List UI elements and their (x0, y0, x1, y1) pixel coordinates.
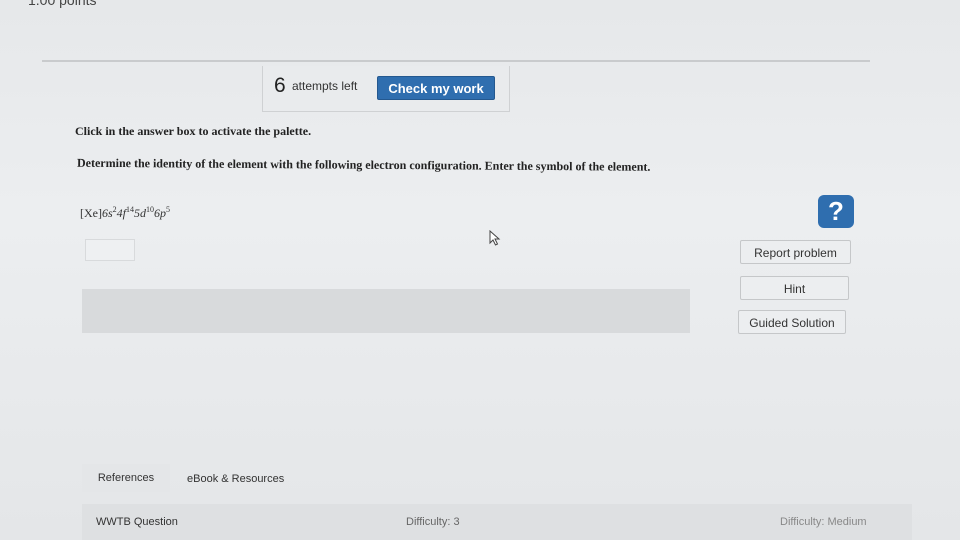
orbital-2: 4f14 (116, 205, 134, 220)
orbital-3: 5d10 (134, 205, 154, 220)
header-divider (42, 60, 870, 62)
instruction-text: Click in the answer box to activate the … (75, 124, 312, 138)
electron-configuration: [Xe]6s24f145d106p5 (80, 205, 170, 221)
help-icon[interactable]: ? (818, 195, 854, 228)
tab-ebook-resources[interactable]: eBook & Resources (187, 473, 284, 485)
config-core: [Xe] (80, 206, 102, 220)
question-type: WWTB Question (96, 516, 178, 528)
orbital-4: 6p5 (154, 205, 170, 220)
hint-button[interactable]: Hint (740, 276, 849, 300)
answer-input[interactable] (85, 239, 135, 261)
difficulty-level: Difficulty: Medium (780, 516, 867, 528)
check-my-work-button[interactable]: Check my work (377, 76, 495, 100)
difficulty-number: Difficulty: 3 (406, 516, 460, 528)
points-label: 1.00 points (28, 0, 97, 8)
attempts-count: 6 (274, 74, 286, 97)
palette-area (82, 289, 690, 333)
attempts-toolbar: 6 attempts left Check my work (262, 66, 510, 112)
tab-references[interactable]: References (82, 464, 170, 492)
mouse-cursor-icon (489, 230, 501, 246)
orbital-1: 6s2 (101, 205, 117, 220)
report-problem-button[interactable]: Report problem (740, 240, 851, 264)
attempts-label: attempts left (292, 79, 358, 93)
guided-solution-button[interactable]: Guided Solution (738, 310, 846, 334)
question-prompt: Determine the identity of the element wi… (76, 155, 651, 174)
